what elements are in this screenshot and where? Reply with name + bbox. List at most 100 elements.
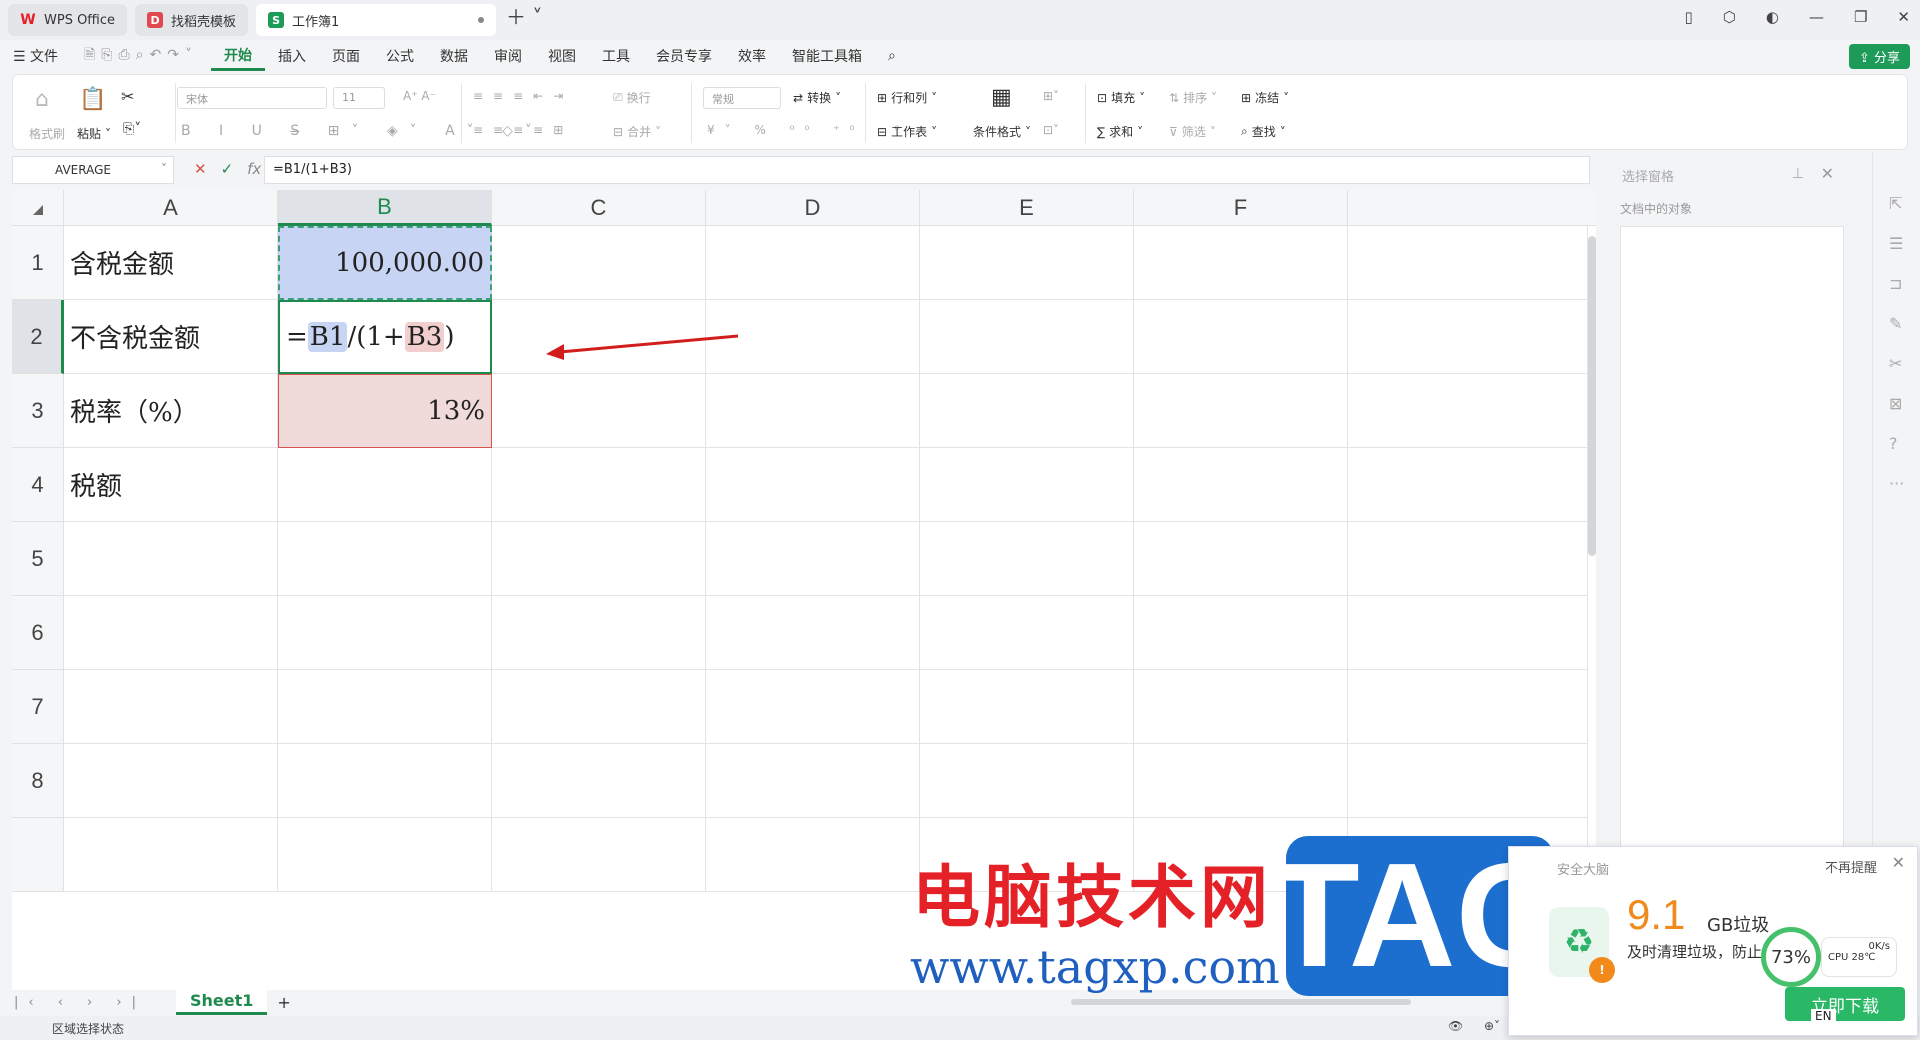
grid-cell[interactable] [1348, 744, 1588, 818]
font-name-select[interactable]: 宋体 [177, 87, 327, 109]
grid-cell[interactable] [706, 818, 920, 892]
cond-format-button[interactable]: 条件格式 ˅ [973, 123, 1031, 140]
grid-cell[interactable] [492, 744, 706, 818]
table-style-icon[interactable]: ⊞˅ [1043, 89, 1059, 103]
tab-workbook[interactable]: S 工作簿1 [256, 4, 497, 36]
fill-button[interactable]: ⊡ 填充 ˅ [1097, 89, 1145, 106]
grid-cell[interactable] [920, 448, 1134, 522]
pin-icon[interactable]: ⊥ [1792, 166, 1804, 182]
tools-icon[interactable]: ✂ [1889, 354, 1902, 373]
quick-access-icons[interactable]: 🗎⎘⎙⌕↶↷˅ [71, 44, 211, 68]
grid-cell[interactable] [492, 522, 706, 596]
grid-cell[interactable] [64, 522, 278, 596]
menu-item-smart-tools[interactable]: 智能工具箱 [779, 46, 875, 66]
menu-item-formula[interactable]: 公式 [373, 46, 427, 66]
cell-a1[interactable]: 含税金额 [64, 226, 278, 300]
tab-wps-office[interactable]: W WPS Office [8, 4, 128, 36]
grid-cell[interactable] [492, 818, 706, 892]
grid-cell[interactable] [278, 818, 492, 892]
grid-cell[interactable] [1348, 596, 1588, 670]
grid-cell[interactable] [1134, 744, 1348, 818]
cell-a2[interactable]: 不含税金额 [64, 300, 278, 374]
number-format-select[interactable]: 常规 [703, 87, 781, 109]
file-menu[interactable]: ☰ 文件 [0, 46, 71, 66]
cell-b2-editing[interactable]: = B1/(1+ B3) [278, 300, 492, 374]
restore-icon[interactable]: ❐ [1854, 8, 1867, 26]
grid-cell[interactable] [706, 522, 920, 596]
grid-cell[interactable] [1348, 374, 1588, 448]
close-icon[interactable]: ✕ [1897, 8, 1910, 26]
grid-cell[interactable] [1134, 670, 1348, 744]
font-size-select[interactable]: 11 [333, 87, 385, 109]
grid-cell[interactable] [706, 374, 920, 448]
grid-cell[interactable] [492, 226, 706, 300]
convert-button[interactable]: ⇄ 转换 ˅ [793, 89, 841, 106]
name-box[interactable]: AVERAGE ˅ [12, 156, 174, 184]
merge-button[interactable]: ⊟ 合并 ˅ [613, 123, 661, 140]
fx-icon[interactable]: fx [247, 160, 261, 178]
grid-cell[interactable] [1348, 226, 1588, 300]
formula-input[interactable]: =B1/(1+B3) [264, 156, 1590, 184]
format-painter-button[interactable]: 格式刷 [29, 125, 65, 142]
grid-cell[interactable] [492, 596, 706, 670]
sliders-icon[interactable]: ☰ [1889, 234, 1903, 253]
grid-cell[interactable] [278, 448, 492, 522]
grid-cell[interactable] [492, 448, 706, 522]
download-button[interactable]: 立即下载 [1785, 987, 1905, 1021]
cube-icon[interactable]: ⬡ [1723, 8, 1736, 26]
search-icon[interactable]: ⌕ [875, 48, 909, 64]
menu-item-review[interactable]: 审阅 [481, 46, 535, 66]
backup-icon[interactable]: ⊠ [1889, 394, 1902, 413]
align-horizontal-icons[interactable]: ≡≡≡≡⊞ [473, 123, 573, 137]
grid-cell[interactable] [920, 374, 1134, 448]
sheet-tab-sheet1[interactable]: Sheet1 [175, 989, 268, 1015]
grid-cell[interactable] [64, 818, 278, 892]
grid-cell[interactable] [920, 670, 1134, 744]
vertical-scrollbar[interactable] [1588, 236, 1596, 556]
sort-button[interactable]: ⇅ 排序 ˅ [1169, 89, 1217, 106]
dismiss-button[interactable]: 不再提醒 [1825, 857, 1877, 876]
sum-button[interactable]: ∑ 求和 ˅ [1097, 123, 1143, 140]
cancel-icon[interactable]: ✕ [194, 160, 207, 178]
grid-cell[interactable] [920, 226, 1134, 300]
paste-button[interactable]: 粘贴 ˅ [77, 125, 111, 142]
sheet-nav-icons[interactable]: |‹ ‹ › ›| [14, 995, 146, 1010]
eye-icon[interactable]: 👁 [1448, 1019, 1463, 1033]
grid-cell[interactable] [278, 596, 492, 670]
menu-item-page[interactable]: 页面 [319, 46, 373, 66]
copy-icon[interactable]: ⎘˅ [123, 121, 141, 137]
shape-icon[interactable]: ⊐ [1889, 274, 1902, 293]
column-header-d[interactable]: D [706, 190, 920, 226]
menu-item-data[interactable]: 数据 [427, 46, 481, 66]
grid-cell[interactable] [1134, 596, 1348, 670]
menu-item-tools[interactable]: 工具 [589, 46, 643, 66]
grid-cell[interactable] [1348, 522, 1588, 596]
view-icon[interactable]: ⊕˅ [1484, 1019, 1500, 1033]
avatar[interactable]: ◐ [1766, 8, 1779, 26]
grid-cell[interactable] [1134, 522, 1348, 596]
column-header-f[interactable]: F [1134, 190, 1348, 226]
row-header-1[interactable]: 1 [12, 226, 64, 300]
grid-cell[interactable] [706, 744, 920, 818]
grid-cell[interactable] [920, 522, 1134, 596]
align-top-icons[interactable]: ≡≡≡⇤⇥ [473, 89, 573, 103]
tab-templates[interactable]: D 找稻壳模板 [135, 4, 249, 36]
layout-icon[interactable]: ▯ [1685, 8, 1693, 26]
menu-item-view[interactable]: 视图 [535, 46, 589, 66]
grid-cell[interactable] [64, 596, 278, 670]
grid-cell[interactable] [706, 596, 920, 670]
cursor-icon[interactable]: ⇱ [1889, 194, 1902, 213]
cell-a3[interactable]: 税率（%） [64, 374, 278, 448]
grid-cell[interactable] [920, 300, 1134, 374]
cell-style-icon[interactable]: ⊡˅ [1043, 123, 1059, 137]
row-header-2[interactable]: 2 [12, 300, 64, 374]
menu-item-efficiency[interactable]: 效率 [725, 46, 779, 66]
grid-cell[interactable] [64, 744, 278, 818]
filter-button[interactable]: ⊽ 筛选 ˅ [1169, 123, 1216, 140]
close-icon[interactable]: ✕ [1821, 164, 1834, 183]
grid-cell[interactable] [1134, 374, 1348, 448]
wrap-button[interactable]: ⎚ 换行 [613, 89, 651, 106]
help-icon[interactable]: ? [1889, 434, 1898, 453]
cut-icon[interactable]: ✂ [121, 87, 134, 106]
column-header-b[interactable]: B [278, 190, 492, 226]
